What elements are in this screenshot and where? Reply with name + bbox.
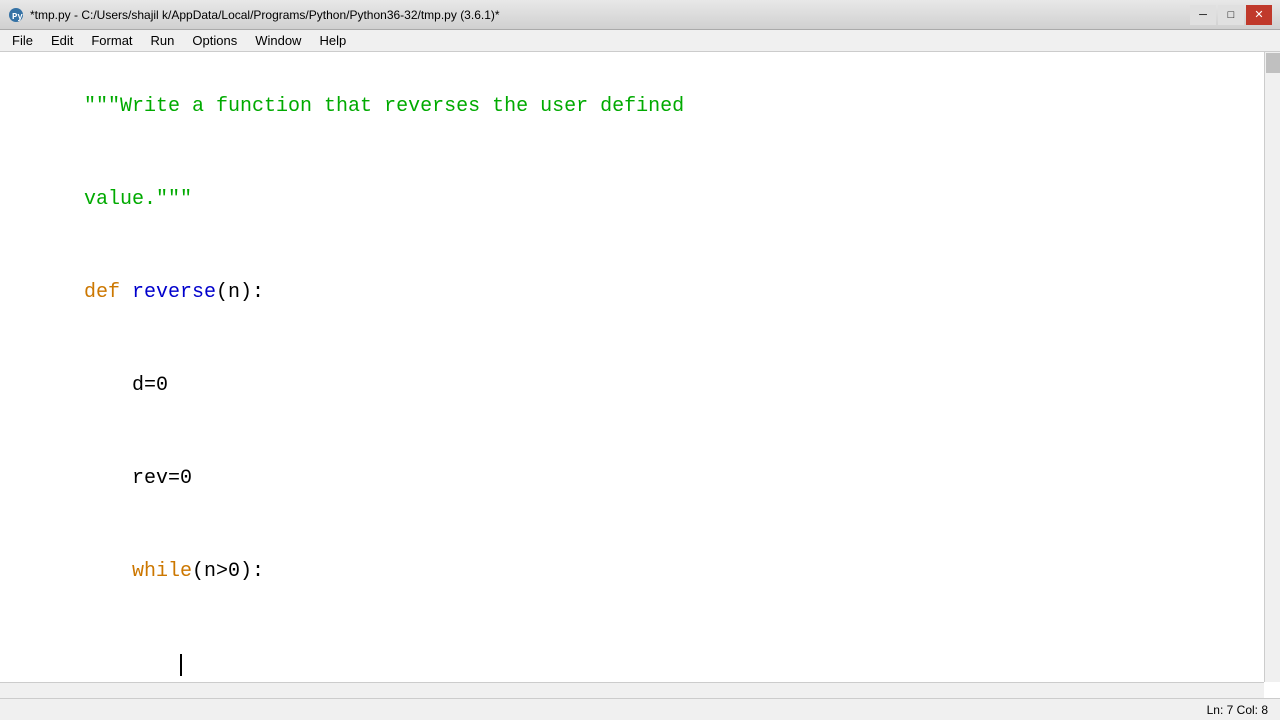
menu-run[interactable]: Run <box>143 31 183 50</box>
function-name: reverse <box>132 281 216 304</box>
editor-container[interactable]: """Write a function that reverses the us… <box>0 52 1280 698</box>
menu-options[interactable]: Options <box>184 31 245 50</box>
scrollbar-thumb-vertical[interactable] <box>1266 53 1280 73</box>
function-params: (n): <box>216 281 264 304</box>
code-line-4: d=0 <box>12 339 1268 432</box>
stmt-d: d=0 <box>84 374 168 397</box>
docstring-line-1: """Write a function that reverses the us… <box>84 95 684 118</box>
code-editor[interactable]: """Write a function that reverses the us… <box>0 52 1280 698</box>
minimize-button[interactable]: ─ <box>1190 5 1216 25</box>
window-title: *tmp.py - C:/Users/shajil k/AppData/Loca… <box>30 8 500 22</box>
code-line-3: def reverse(n): <box>12 246 1268 339</box>
indent-spaces <box>84 653 180 676</box>
code-line-6: while(n>0): <box>12 525 1268 618</box>
menu-edit[interactable]: Edit <box>43 31 81 50</box>
code-line-5: rev=0 <box>12 432 1268 525</box>
menu-format[interactable]: Format <box>83 31 140 50</box>
scrollbar-vertical[interactable] <box>1264 52 1280 682</box>
code-line-1: """Write a function that reverses the us… <box>12 60 1268 153</box>
close-button[interactable]: ✕ <box>1246 5 1272 25</box>
svg-text:Py: Py <box>12 12 23 22</box>
keyword-while: while <box>84 560 192 583</box>
keyword-def: def <box>84 281 132 304</box>
code-line-2: value.""" <box>12 153 1268 246</box>
menu-file[interactable]: File <box>4 31 41 50</box>
cursor-position: Ln: 7 Col: 8 <box>1207 703 1268 717</box>
title-bar-left: Py *tmp.py - C:/Users/shajil k/AppData/L… <box>8 7 500 23</box>
scrollbar-horizontal[interactable] <box>0 682 1264 698</box>
title-bar-buttons: ─ □ ✕ <box>1190 5 1272 25</box>
docstring-line-2: value.""" <box>84 188 192 211</box>
python-icon: Py <box>8 7 24 23</box>
menu-help[interactable]: Help <box>311 31 354 50</box>
stmt-rev: rev=0 <box>84 467 192 490</box>
maximize-button[interactable]: □ <box>1218 5 1244 25</box>
status-bar: Ln: 7 Col: 8 <box>0 698 1280 720</box>
while-condition: (n>0): <box>192 560 264 583</box>
title-bar: Py *tmp.py - C:/Users/shajil k/AppData/L… <box>0 0 1280 30</box>
menu-window[interactable]: Window <box>247 31 309 50</box>
menu-bar: File Edit Format Run Options Window Help <box>0 30 1280 52</box>
text-cursor <box>180 654 182 676</box>
